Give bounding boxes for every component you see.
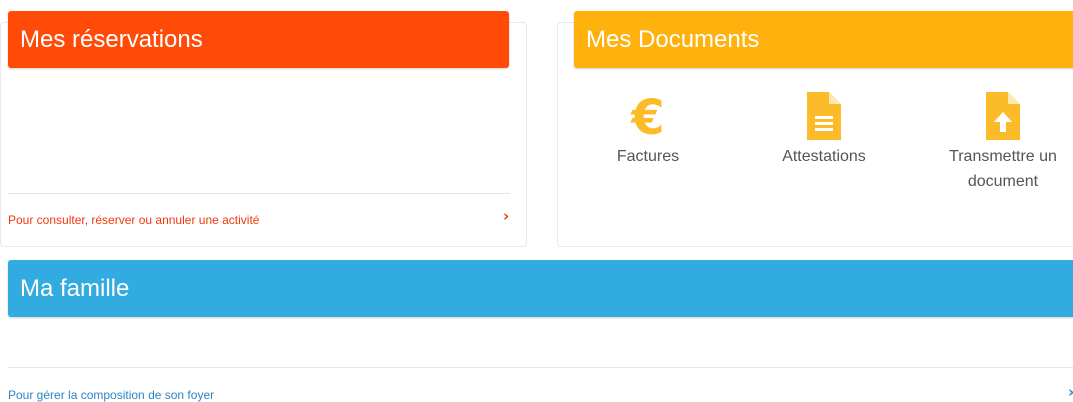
documents-item-label-line2: document	[967, 173, 1039, 190]
famille-header: Ma famille	[8, 260, 1073, 317]
famille-divider	[8, 367, 1073, 368]
documents-item-label: Factures	[616, 148, 680, 165]
famille-link[interactable]: Pour gérer la composition de son foyer	[8, 388, 214, 402]
document-icon	[807, 92, 841, 140]
documents-item-label-line1: Transmettre un	[949, 148, 1057, 165]
reservations-header: Mes réservations	[8, 11, 509, 68]
reservations-title: Mes réservations	[20, 26, 203, 53]
svg-text:€: €	[630, 92, 664, 140]
documents-header: Mes Documents	[574, 11, 1073, 68]
documents-item-attestations[interactable]: Attestations	[774, 92, 874, 169]
documents-item-transmettre[interactable]: Transmettre un document	[941, 92, 1065, 194]
reservations-divider	[8, 193, 510, 194]
upload-document-icon	[986, 92, 1020, 140]
reservations-link[interactable]: Pour consulter, réserver ou annuler une …	[8, 213, 259, 227]
famille-chevron-right-icon[interactable]: ›	[1068, 383, 1073, 401]
documents-item-label: Attestations	[782, 148, 866, 165]
documents-item-factures[interactable]: € Factures	[598, 92, 698, 169]
documents-title: Mes Documents	[586, 26, 760, 53]
reservations-chevron-right-icon[interactable]: ›	[503, 207, 509, 225]
euro-icon: €	[630, 92, 664, 140]
famille-title: Ma famille	[20, 275, 130, 302]
